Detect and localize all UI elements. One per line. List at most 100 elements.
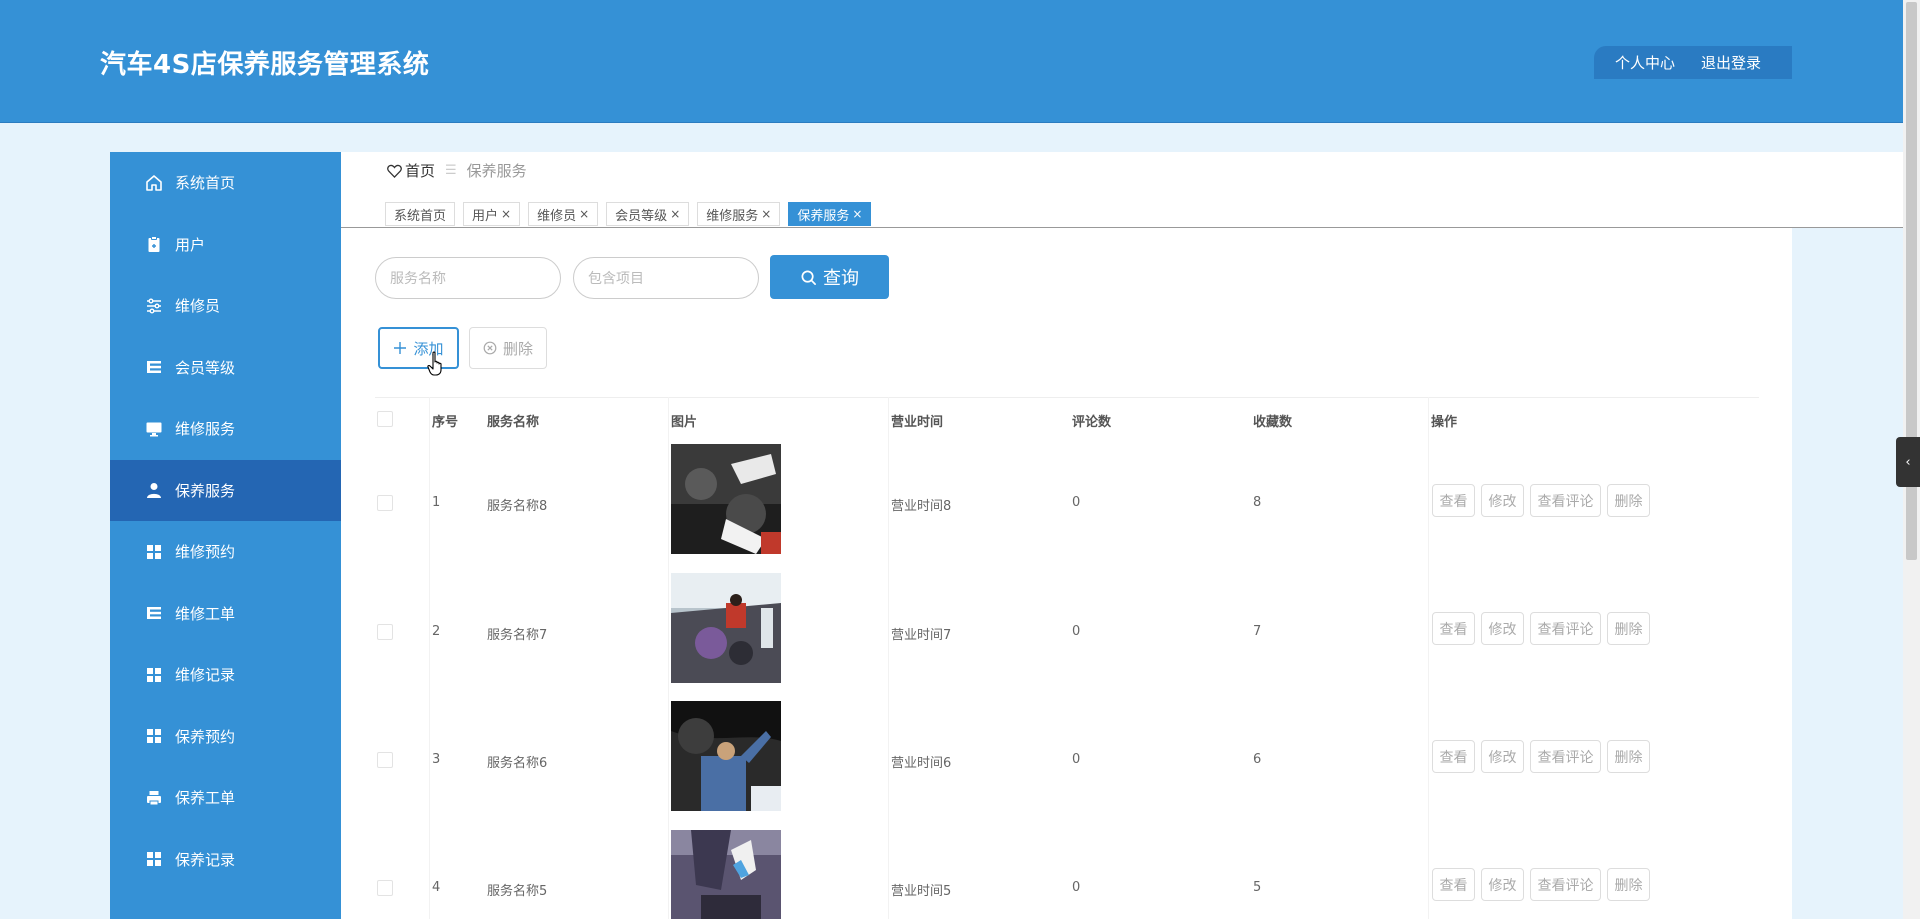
tab-users[interactable]: 用户 ×	[463, 202, 521, 226]
sidebar-item-label: 维修工单	[175, 604, 236, 623]
view-button[interactable]: 查看	[1432, 612, 1475, 645]
tab-bar: 系统首页 用户 × 维修员 × 会员等级 × 维修服务 × 保养服务 ×	[385, 202, 879, 226]
service-image[interactable]	[671, 701, 781, 811]
edit-button[interactable]: 修改	[1481, 484, 1524, 517]
profile-link[interactable]: 个人中心	[1615, 52, 1675, 73]
search-button[interactable]: 查询	[770, 255, 889, 299]
column-divider	[668, 397, 669, 919]
breadcrumb-home[interactable]: 首页	[387, 160, 435, 181]
row-service-name: 服务名称6	[487, 756, 548, 771]
sidebar-item-label: 用户	[175, 235, 206, 254]
tab-repair-services[interactable]: 维修服务 ×	[697, 202, 781, 226]
sidebar-item-member-levels[interactable]: 会员等级	[110, 337, 341, 399]
view-comments-button[interactable]: 查看评论	[1530, 484, 1601, 517]
sidebar-item-maintenance-services[interactable]: 保养服务	[110, 459, 341, 521]
sidebar-item-label: 保养预约	[175, 727, 236, 746]
view-button[interactable]: 查看	[1432, 740, 1475, 773]
view-button[interactable]: 查看	[1432, 868, 1475, 901]
row-hours: 营业时间5	[891, 884, 952, 899]
search-button-label: 查询	[823, 268, 859, 289]
tab-label: 用户	[472, 208, 499, 224]
tab-label: 保养服务	[797, 208, 850, 224]
sidebar-item-users[interactable]: 用户	[110, 214, 341, 276]
sidebar-item-maintenance-records[interactable]: 保养记录	[110, 829, 341, 891]
sidebar-item-label: 保养记录	[175, 850, 236, 869]
row-checkbox[interactable]	[377, 495, 393, 511]
column-header-image: 图片	[671, 415, 698, 430]
delete-row-button[interactable]: 删除	[1607, 612, 1650, 645]
row-comments: 0	[1072, 624, 1081, 639]
row-comments: 0	[1072, 752, 1081, 767]
sidebar-item-repair-booking[interactable]: 维修预约	[110, 521, 341, 583]
sidebar-item-repair-services[interactable]: 维修服务	[110, 398, 341, 460]
row-favorites: 7	[1253, 624, 1262, 639]
logout-link[interactable]: 退出登录	[1701, 52, 1761, 73]
sidebar-item-repair-records[interactable]: 维修记录	[110, 644, 341, 706]
row-checkbox[interactable]	[377, 752, 393, 768]
delete-row-button[interactable]: 删除	[1607, 484, 1650, 517]
tab-member-levels[interactable]: 会员等级 ×	[606, 202, 690, 226]
batch-delete-button[interactable]: 删除	[469, 327, 547, 369]
tab-maintenance-services[interactable]: 保养服务 ×	[788, 202, 872, 226]
user-icon	[145, 481, 163, 499]
close-icon[interactable]: ×	[579, 207, 589, 221]
row-checkbox[interactable]	[377, 624, 393, 640]
edit-button[interactable]: 修改	[1481, 868, 1524, 901]
grid-icon	[145, 850, 163, 868]
clipboard-icon	[145, 235, 163, 253]
sidebar-item-label: 保养服务	[175, 481, 236, 500]
service-image[interactable]	[671, 830, 781, 919]
row-favorites: 6	[1253, 752, 1262, 767]
chevron-left-icon: ‹	[1905, 454, 1911, 470]
view-comments-button[interactable]: 查看评论	[1530, 612, 1601, 645]
sidebar-item-label: 保养工单	[175, 789, 236, 808]
close-icon[interactable]: ×	[852, 207, 862, 221]
sidebar-item-label: 维修服务	[175, 420, 236, 439]
tab-label: 维修员	[537, 208, 577, 224]
edit-button[interactable]: 修改	[1481, 740, 1524, 773]
service-image[interactable]	[671, 444, 781, 554]
breadcrumb: 首页 ☰ 保养服务	[387, 160, 527, 181]
row-favorites: 5	[1253, 880, 1262, 895]
tabs-bar-extension	[1792, 152, 1903, 227]
sidebar-item-repairmen[interactable]: 维修员	[110, 275, 341, 337]
list-icon	[145, 358, 163, 376]
edit-button[interactable]: 修改	[1481, 612, 1524, 645]
grid-icon	[145, 543, 163, 561]
close-icon[interactable]: ×	[501, 207, 511, 221]
row-index: 1	[432, 495, 441, 510]
sidebar-item-label: 维修预约	[175, 543, 236, 562]
view-comments-button[interactable]: 查看评论	[1530, 868, 1601, 901]
service-name-input[interactable]	[375, 257, 561, 299]
column-header-name: 服务名称	[487, 415, 540, 430]
sidebar-item-home[interactable]: 系统首页	[110, 152, 341, 214]
tab-label: 会员等级	[615, 208, 668, 224]
sidebar-item-maintenance-booking[interactable]: 保养预约	[110, 706, 341, 768]
row-service-name: 服务名称5	[487, 884, 548, 899]
sidebar-item-label: 会员等级	[175, 358, 236, 377]
delete-row-button[interactable]: 删除	[1607, 868, 1650, 901]
close-icon[interactable]: ×	[761, 207, 771, 221]
delete-button-label: 删除	[502, 339, 533, 358]
side-panel-toggle[interactable]: ‹	[1896, 437, 1920, 487]
close-icon[interactable]: ×	[670, 207, 680, 221]
tab-repairmen[interactable]: 维修员 ×	[528, 202, 599, 226]
column-header-comments: 评论数	[1072, 415, 1112, 430]
view-comments-button[interactable]: 查看评论	[1530, 740, 1601, 773]
select-all-checkbox[interactable]	[377, 411, 393, 427]
row-comments: 0	[1072, 880, 1081, 895]
service-image[interactable]	[671, 573, 781, 683]
sidebar-item-label: 维修记录	[175, 666, 236, 685]
add-button[interactable]: 添加	[378, 327, 459, 369]
delete-row-button[interactable]: 删除	[1607, 740, 1650, 773]
sidebar-item-maintenance-orders[interactable]: 保养工单	[110, 767, 341, 829]
view-button[interactable]: 查看	[1432, 484, 1475, 517]
app-title: 汽车4S店保养服务管理系统	[100, 50, 430, 80]
row-service-name: 服务名称7	[487, 628, 548, 643]
top-header: 汽车4S店保养服务管理系统 个人中心 退出登录	[0, 0, 1903, 123]
included-items-input[interactable]	[573, 257, 759, 299]
row-hours: 营业时间6	[891, 756, 952, 771]
row-checkbox[interactable]	[377, 880, 393, 896]
sidebar-item-repair-orders[interactable]: 维修工单	[110, 583, 341, 645]
tab-home[interactable]: 系统首页	[385, 202, 456, 226]
